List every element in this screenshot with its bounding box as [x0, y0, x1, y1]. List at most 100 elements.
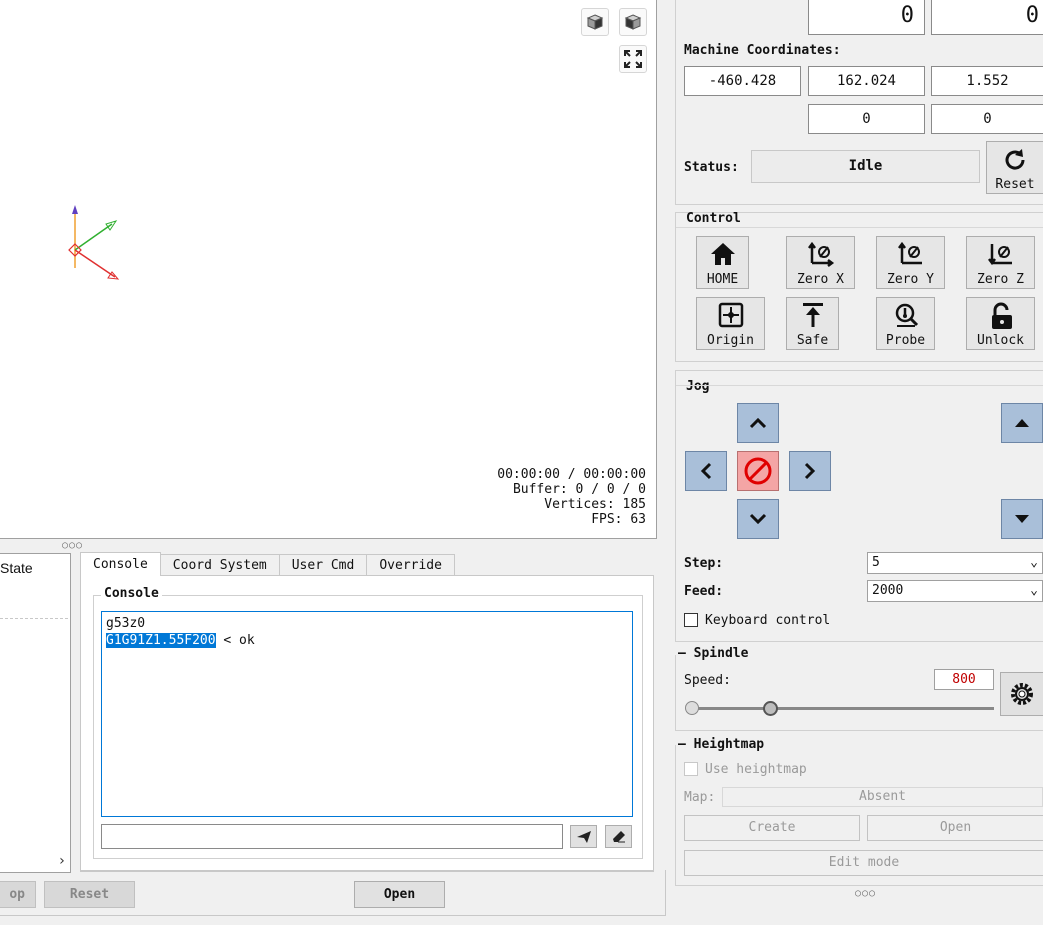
jog-y-plus-button[interactable]	[737, 403, 779, 443]
spindle-title-text: Spindle	[693, 646, 749, 661]
machine-coord-a: 0	[808, 104, 925, 134]
open-button[interactable]: Open	[354, 881, 445, 908]
jog-title: Jog	[686, 379, 710, 394]
unlock-icon	[991, 302, 1012, 329]
tab-console[interactable]: Console	[80, 552, 161, 576]
zero-y-button[interactable]: Zero Y	[876, 236, 945, 289]
chevron-down-icon: ⌄	[1030, 583, 1038, 598]
map-label: Map:	[684, 790, 716, 805]
fps-readout: FPS: 63	[591, 512, 646, 527]
create-heightmap-button[interactable]: Create	[684, 815, 860, 841]
buffer-readout: Buffer: 0 / 0 / 0	[512, 482, 646, 497]
state-panel: State ›	[0, 553, 71, 873]
jog-x-minus-button[interactable]	[685, 451, 727, 491]
step-select[interactable]: 5 ⌄	[867, 552, 1043, 574]
work-coord-y: 0	[808, 0, 925, 35]
spindle-title[interactable]: — Spindle	[678, 646, 748, 661]
jog-z-plus-button[interactable]	[1001, 403, 1043, 443]
home-button[interactable]: HOME	[696, 236, 749, 289]
safe-icon	[802, 303, 823, 327]
machine-coord-y: 162.024	[808, 66, 925, 96]
divider	[676, 385, 1043, 386]
selected-command: G1G91Z1.55F200	[106, 633, 216, 648]
splitter-handle[interactable]: ○○○	[62, 540, 83, 551]
spindle-panel	[675, 655, 1043, 731]
stop-icon	[744, 457, 772, 485]
stop-button[interactable]: op	[0, 881, 36, 908]
axis-gizmo-icon	[68, 205, 120, 280]
tab-coord-system[interactable]: Coord System	[159, 554, 280, 576]
console-line: G1G91Z1.55F200 < ok	[106, 633, 255, 648]
zero-z-button[interactable]: Zero Z	[966, 236, 1035, 289]
eraser-icon[interactable]	[605, 825, 632, 848]
speed-slider-handle[interactable]	[763, 701, 778, 716]
status-label: Status:	[684, 160, 739, 175]
jog-y-minus-button[interactable]	[737, 499, 779, 539]
time-readout: 00:00:00 / 00:00:00	[497, 467, 646, 482]
probe-label: Probe	[885, 333, 926, 348]
speed-input[interactable]: 800	[934, 669, 994, 690]
zero-z-icon	[987, 244, 1012, 266]
jog-z-minus-button[interactable]	[1001, 499, 1043, 539]
use-heightmap-checkbox[interactable]	[684, 762, 698, 776]
zero-x-label: Zero X	[797, 272, 844, 287]
speed-slider-track[interactable]	[689, 707, 994, 710]
reset-icon	[1005, 149, 1025, 170]
probe-icon	[895, 303, 918, 327]
splitter-handle[interactable]: ○○○	[855, 888, 876, 899]
fit-view-icon[interactable]	[619, 45, 647, 73]
edit-mode-button[interactable]: Edit mode	[684, 850, 1043, 876]
keyboard-control-label: Keyboard control	[705, 613, 831, 628]
keyboard-control-checkbox[interactable]	[684, 613, 698, 627]
heightmap-title-text: Heightmap	[693, 737, 765, 752]
control-title: Control	[686, 211, 741, 226]
machine-coordinates-label: Machine Coordinates:	[684, 43, 841, 58]
divider	[80, 871, 654, 872]
3d-viewport[interactable]: 00:00:00 / 00:00:00 Buffer: 0 / 0 / 0 Ve…	[0, 0, 657, 539]
home-icon	[710, 243, 735, 265]
machine-coord-b: 0	[931, 104, 1043, 134]
origin-button[interactable]: Origin	[696, 297, 765, 350]
reset-label: Reset	[995, 177, 1035, 192]
reset-button[interactable]: Reset	[44, 881, 135, 908]
unlock-label: Unlock	[977, 333, 1024, 348]
feed-value: 2000	[872, 583, 904, 598]
zero-x-icon	[807, 241, 834, 267]
divider	[0, 915, 666, 916]
feed-select[interactable]: 2000 ⌄	[867, 580, 1043, 602]
command-input[interactable]	[101, 824, 563, 849]
machine-coord-x: -460.428	[684, 66, 801, 96]
work-coord-z: 0	[931, 0, 1043, 35]
map-field: Absent	[722, 787, 1043, 807]
gear-icon	[1011, 683, 1033, 705]
cube-front-icon[interactable]	[581, 8, 609, 36]
safe-button[interactable]: Safe	[786, 297, 839, 350]
heightmap-title[interactable]: — Heightmap	[678, 737, 764, 752]
divider	[676, 227, 1043, 228]
probe-button[interactable]: Probe	[876, 297, 935, 350]
unlock-button[interactable]: Unlock	[966, 297, 1035, 350]
console-response: < ok	[215, 633, 255, 648]
jog-stop-button[interactable]	[737, 451, 779, 491]
step-label: Step:	[684, 556, 724, 571]
scroll-right-icon[interactable]: ›	[58, 853, 66, 869]
state-header: State	[0, 560, 33, 576]
cube-iso-icon[interactable]	[619, 8, 647, 36]
chevron-right-icon	[804, 462, 816, 480]
origin-label: Origin	[707, 333, 754, 348]
tab-bar: Console Coord System User Cmd Override	[80, 552, 455, 576]
zero-x-button[interactable]: Zero X	[786, 236, 855, 289]
triangle-up-icon	[1015, 419, 1029, 427]
console-line: g53z0	[106, 616, 146, 631]
tab-override[interactable]: Override	[366, 554, 455, 576]
open-heightmap-button[interactable]: Open	[867, 815, 1043, 841]
safe-label: Safe	[796, 333, 829, 348]
jog-x-plus-button[interactable]	[789, 451, 831, 491]
send-icon[interactable]	[570, 825, 597, 848]
spindle-toggle-button[interactable]	[1000, 672, 1043, 716]
tab-user-cmd[interactable]: User Cmd	[278, 554, 368, 576]
reset-machine-button[interactable]: Reset	[986, 141, 1043, 194]
console-output[interactable]: g53z0 G1G91Z1.55F200 < ok	[101, 611, 633, 817]
use-heightmap-label: Use heightmap	[705, 762, 807, 777]
origin-icon	[718, 302, 743, 328]
